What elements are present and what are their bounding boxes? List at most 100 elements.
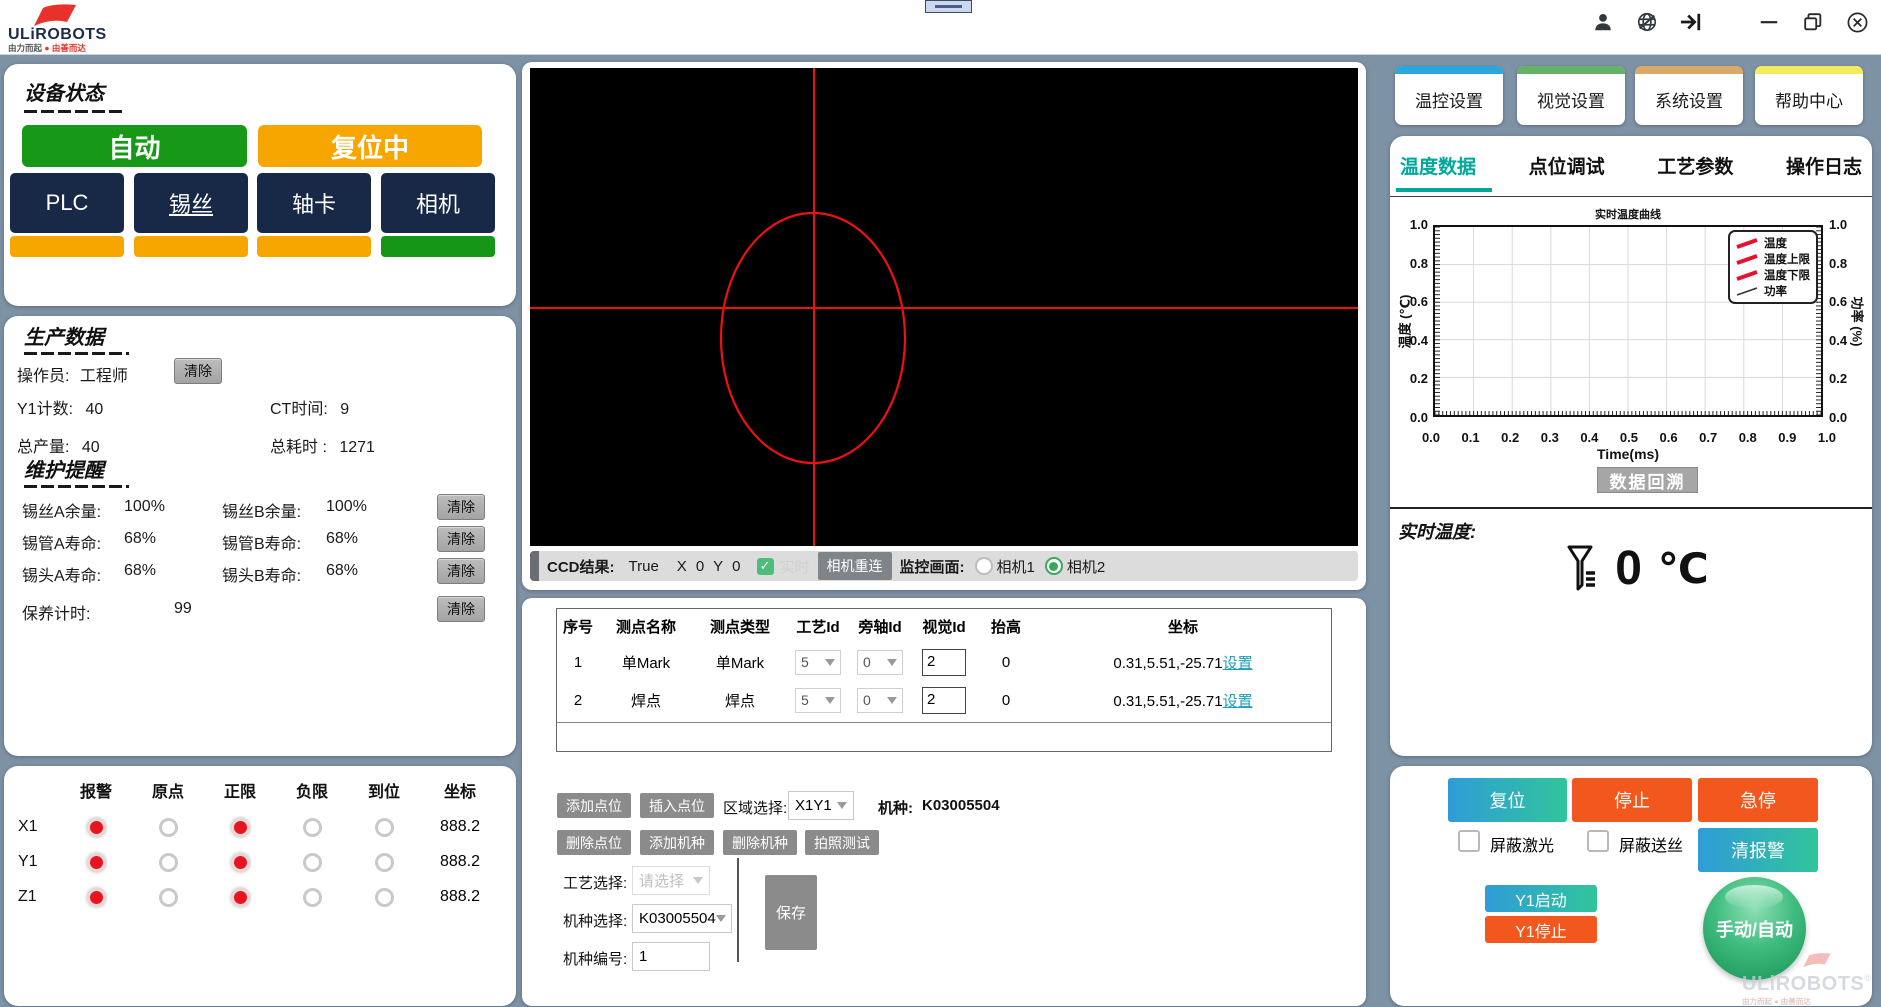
area-select-dropdown[interactable]: X1Y1	[788, 791, 854, 820]
delete-model-button[interactable]: 删除机种	[723, 830, 797, 855]
axis-card-status-bar	[257, 236, 371, 257]
craft-select-label: 工艺选择:	[563, 872, 627, 893]
mask-laser-checkbox[interactable]: ✓	[1458, 830, 1480, 852]
x-axis-ticks: 0.00.10.20.30.40.50.60.70.80.91.0	[1418, 430, 1840, 445]
photo-test-button[interactable]: 拍照测试	[805, 830, 879, 855]
model-select-value: K03005504	[639, 910, 716, 927]
delete-point-button[interactable]: 删除点位	[557, 830, 631, 855]
total-time: 总耗时 : 1271	[270, 433, 375, 457]
wireA-value: 100%	[124, 498, 165, 516]
crosshair-circle	[530, 68, 1358, 546]
col-coordinate: 坐标	[420, 778, 500, 802]
legend-label: 温度下限	[1764, 267, 1810, 283]
logout-icon[interactable]	[1679, 10, 1703, 34]
ccd-result-label: CCD结果:	[547, 556, 615, 577]
axis-coordinate: 888.2	[420, 853, 500, 871]
origin-indicator	[159, 818, 178, 837]
in-position-indicator	[375, 888, 394, 907]
tab-point-debug[interactable]: 点位调试	[1529, 152, 1605, 179]
close-icon[interactable]	[1845, 10, 1869, 34]
data-backtrack-button[interactable]: 数据回溯	[1597, 467, 1698, 493]
vision-id-input[interactable]: 2	[922, 649, 966, 676]
plc-button[interactable]: PLC	[10, 173, 124, 233]
camera2-radio[interactable]	[1045, 557, 1063, 575]
resetting-state-button[interactable]: 复位中	[258, 125, 482, 167]
y1-count-label: Y1计数:	[17, 401, 73, 418]
window-drag-handle[interactable]	[925, 0, 972, 13]
tab-temp-settings[interactable]: 温控设置	[1395, 66, 1503, 125]
y1-stop-button[interactable]: Y1停止	[1485, 916, 1597, 943]
minimize-icon[interactable]	[1757, 10, 1781, 34]
camera-reconnect-button[interactable]: 相机重连	[818, 552, 892, 580]
restore-icon[interactable]	[1801, 10, 1825, 34]
auto-mode-button[interactable]: 自动	[22, 125, 247, 167]
add-point-button[interactable]: 添加点位	[557, 793, 631, 818]
side-axis-dropdown[interactable]: 0	[857, 650, 903, 675]
col-point-type: 测点类型	[693, 616, 787, 637]
tip-clear-button[interactable]: 清除	[437, 558, 485, 584]
chevron-down-icon	[837, 802, 847, 809]
col-origin: 原点	[132, 778, 204, 802]
camera-button[interactable]: 相机	[381, 173, 495, 233]
side-axis-dropdown[interactable]: 0	[857, 688, 903, 713]
chevron-down-icon	[716, 915, 726, 922]
add-model-button[interactable]: 添加机种	[640, 830, 714, 855]
estop-button[interactable]: 急停	[1698, 778, 1818, 822]
lift-value: 0	[977, 654, 1035, 671]
axis-row-x1: X1 888.2	[12, 812, 500, 842]
tubeA-value: 68%	[124, 530, 156, 548]
vision-id-input[interactable]: 2	[922, 687, 966, 714]
y1-count: Y1计数: 40	[17, 395, 103, 419]
stop-button[interactable]: 停止	[1572, 778, 1692, 822]
model-select-dropdown[interactable]: K03005504	[632, 904, 732, 933]
model-number-input[interactable]: 1	[632, 942, 710, 971]
title-underline	[24, 110, 124, 113]
craft-id-dropdown[interactable]: 5	[795, 650, 841, 675]
insert-point-button[interactable]: 插入点位	[640, 793, 714, 818]
tab-operation-log[interactable]: 操作日志	[1786, 152, 1862, 179]
tab-vision-settings[interactable]: 视觉设置	[1517, 66, 1625, 125]
camera1-radio[interactable]	[975, 557, 993, 575]
reset-button[interactable]: 复位	[1448, 778, 1567, 822]
realtime-label: 实时	[780, 556, 810, 577]
production-panel: 生产数据 操作员: 工程师 清除 Y1计数: 40 CT时间: 9 总产量: 4…	[4, 316, 516, 756]
ct-time: CT时间: 9	[270, 395, 349, 419]
tab-help-center[interactable]: 帮助中心	[1755, 66, 1863, 125]
tube-clear-button[interactable]: 清除	[437, 526, 485, 552]
solder-wire-status-bar	[134, 236, 248, 257]
craft-select-placeholder: 请选择	[639, 870, 684, 891]
user-icon[interactable]	[1591, 10, 1615, 34]
save-button[interactable]: 保存	[765, 875, 817, 950]
craft-id-dropdown[interactable]: 5	[795, 688, 841, 713]
solder-wire-button[interactable]: 锡丝	[134, 173, 248, 233]
active-tab-underline	[1396, 188, 1492, 192]
service-clear-button[interactable]: 清除	[437, 596, 485, 622]
tipA-value: 68%	[124, 562, 156, 580]
realtime-checkbox[interactable]: ✓	[757, 558, 774, 575]
tubeA-label: 锡管A寿命:	[22, 530, 101, 554]
set-coordinate-link[interactable]: 设置	[1223, 693, 1253, 710]
points-table: 序号 测点名称 测点类型 工艺Id 旁轴Id 视觉Id 抬高 坐标 1 单Mar…	[556, 608, 1332, 752]
craft-select-dropdown[interactable]: 请选择	[632, 866, 710, 895]
total-time-label: 总耗时 :	[270, 439, 327, 456]
axis-card-button[interactable]: 轴卡	[257, 173, 371, 233]
globe-icon[interactable]	[1635, 10, 1659, 34]
tab-color-strip	[1635, 66, 1743, 74]
tab-temperature-data[interactable]: 温度数据	[1400, 152, 1476, 179]
wire-clear-button[interactable]: 清除	[437, 494, 485, 520]
y1-start-button[interactable]: Y1启动	[1485, 885, 1597, 912]
pos-limit-indicator	[231, 818, 250, 837]
point-type: 单Mark	[693, 652, 787, 673]
col-side-axis-id: 旁轴Id	[849, 616, 911, 637]
plc-status-bar	[10, 236, 124, 257]
col-alarm: 报警	[60, 778, 132, 802]
operator-clear-button[interactable]: 清除	[174, 358, 222, 384]
tab-system-settings[interactable]: 系统设置	[1635, 66, 1743, 125]
set-coordinate-link[interactable]: 设置	[1223, 655, 1253, 672]
tab-craft-params[interactable]: 工艺参数	[1657, 152, 1733, 179]
mask-wire-checkbox[interactable]: ✓	[1587, 830, 1609, 852]
legend-item: 温度下限	[1735, 267, 1811, 283]
clear-alarm-button[interactable]: 清报警	[1698, 828, 1818, 872]
axis-table-header: 报警 原点 正限 负限 到位 坐标	[12, 778, 500, 802]
camera-view[interactable]	[530, 68, 1358, 546]
